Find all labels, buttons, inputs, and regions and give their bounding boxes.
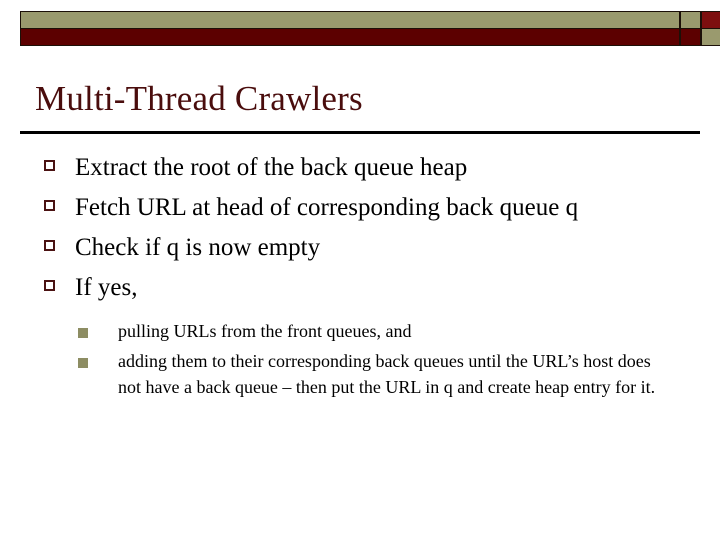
slide-title: Multi-Thread Crawlers bbox=[35, 79, 363, 118]
filled-square-bullet-icon bbox=[78, 328, 88, 338]
hollow-square-bullet-icon bbox=[44, 160, 55, 171]
sub-bullet-text: pulling URLs from the front queues, and bbox=[118, 321, 412, 341]
sub-bullet-item: adding them to their corresponding back … bbox=[0, 348, 720, 400]
decorative-banner bbox=[20, 11, 720, 46]
bullet-item: If yes, bbox=[0, 268, 720, 308]
bullet-item: Fetch URL at head of corresponding back … bbox=[0, 188, 720, 228]
bullet-text: Fetch URL at head of corresponding back … bbox=[75, 194, 579, 221]
hollow-square-bullet-icon bbox=[44, 240, 55, 251]
hollow-square-bullet-icon bbox=[44, 200, 55, 211]
bullet-item: Extract the root of the back queue heap bbox=[0, 148, 720, 188]
slide-body: Extract the root of the back queue heap … bbox=[0, 148, 720, 404]
banner-square-bottom-right bbox=[701, 29, 720, 46]
sub-bullet-list: pulling URLs from the front queues, and … bbox=[0, 318, 720, 400]
banner-square-top-right bbox=[701, 11, 720, 29]
banner-square-top-left bbox=[680, 11, 701, 29]
hollow-square-bullet-icon bbox=[44, 280, 55, 291]
filled-square-bullet-icon bbox=[78, 358, 88, 368]
bullet-text: Check if q is now empty bbox=[75, 234, 321, 261]
slide: Multi-Thread Crawlers Extract the root o… bbox=[0, 0, 720, 540]
bullet-text: Extract the root of the back queue heap bbox=[75, 154, 468, 181]
bullet-text: If yes, bbox=[75, 274, 138, 301]
bullet-item: Check if q is now empty bbox=[0, 228, 720, 268]
banner-olive-bar bbox=[20, 11, 680, 29]
banner-maroon-bar bbox=[20, 29, 680, 46]
sub-bullet-item: pulling URLs from the front queues, and bbox=[0, 318, 720, 344]
title-divider bbox=[20, 131, 700, 134]
sub-bullet-text: adding them to their corresponding back … bbox=[118, 351, 656, 397]
banner-square-bottom-left bbox=[680, 29, 701, 46]
